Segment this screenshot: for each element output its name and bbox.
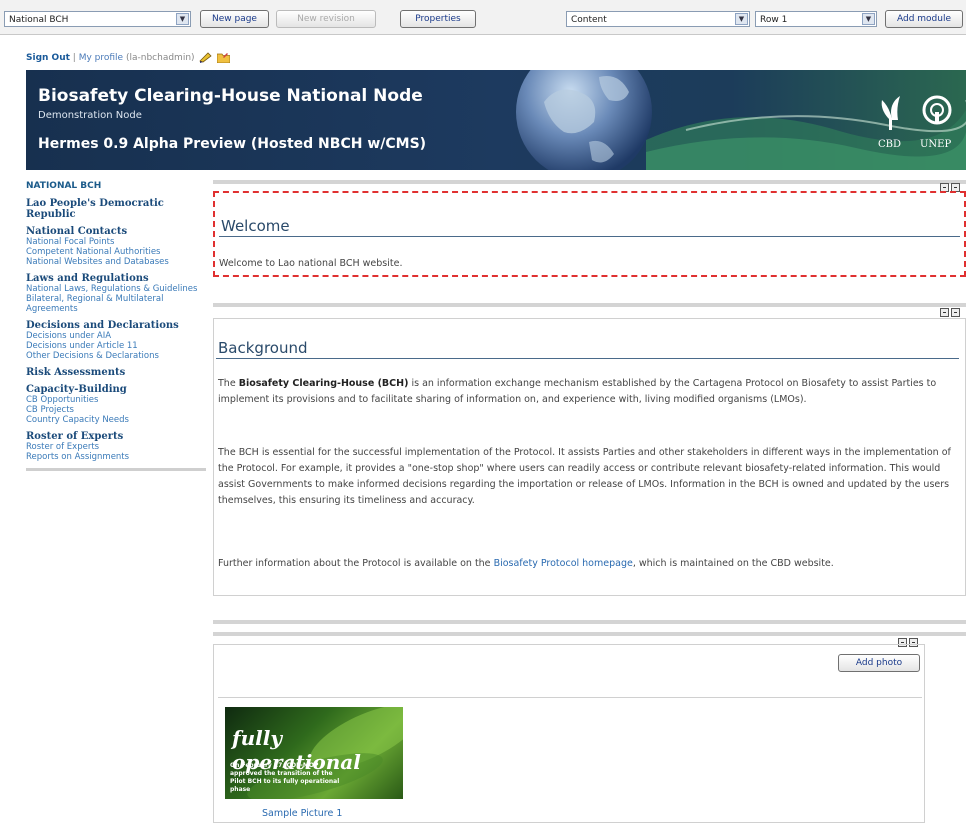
row-select-value: Row 1 xyxy=(760,15,788,25)
p3-prefix: Further information about the Protocol i… xyxy=(218,558,494,569)
banner-title: Biosafety Clearing-House National Node xyxy=(38,86,423,106)
sidebar-link[interactable]: Reports on Assignments xyxy=(26,452,208,462)
content-select[interactable]: Content ▼ xyxy=(566,11,750,27)
sidebar-link[interactable]: National Focal Points xyxy=(26,237,208,247)
partner-logos: CBD UNEP xyxy=(868,90,960,150)
gallery-divider xyxy=(218,697,922,698)
sidebar-section: Lao People's Democratic Republic xyxy=(26,198,208,220)
sign-out-link[interactable]: Sign Out xyxy=(26,53,70,63)
sidebar-section: Decisions and Declarations Decisions unde… xyxy=(26,320,208,361)
module-top-bar xyxy=(213,620,966,624)
username-label: (la-nbchadmin) xyxy=(125,53,195,63)
welcome-heading: Welcome xyxy=(221,217,290,235)
add-photo-button[interactable]: Add photo xyxy=(838,654,920,672)
p1-prefix: The xyxy=(218,378,239,389)
content-select-value: Content xyxy=(571,15,607,25)
welcome-text: Welcome to Lao national BCH website. xyxy=(219,258,403,269)
new-revision-button[interactable]: New revision xyxy=(276,10,376,28)
sidebar-section: National Contacts National Focal Points Co… xyxy=(26,226,208,267)
sidebar-section-title[interactable]: National Contacts xyxy=(26,226,208,237)
sidebar-link[interactable]: CB Opportunities xyxy=(26,395,208,405)
background-paragraph-3: Further information about the Protocol i… xyxy=(218,556,954,572)
banner-subtitle: Demonstration Node xyxy=(38,110,142,121)
sidebar-link[interactable]: CB Projects xyxy=(26,405,208,415)
sidebar-link[interactable]: National Websites and Databases xyxy=(26,257,208,267)
cbd-label: CBD xyxy=(878,139,902,150)
close-icon[interactable] xyxy=(951,308,960,317)
cbd-unep-emblem-icon xyxy=(881,95,952,130)
sidebar-section-title[interactable]: Decisions and Declarations xyxy=(26,320,208,331)
sidebar-link[interactable]: Competent National Authorities xyxy=(26,247,208,257)
site-select-value: National BCH xyxy=(9,15,69,25)
module-top-bar xyxy=(213,632,966,636)
add-module-button[interactable]: Add module xyxy=(885,10,963,28)
sidebar-section-title[interactable]: Laws and Regulations xyxy=(26,273,208,284)
welcome-module[interactable]: Welcome Welcome to Lao national BCH webs… xyxy=(213,191,966,277)
cms-toolbar: National BCH ▼ New page New revision Pro… xyxy=(0,0,966,35)
site-select[interactable]: National BCH ▼ xyxy=(4,11,191,27)
heading-rule xyxy=(216,358,959,359)
sidebar-nav: NATIONAL BCH Lao People's Democratic Rep… xyxy=(26,181,208,471)
photo-caption-link[interactable]: Sample Picture 1 xyxy=(262,808,342,819)
sidebar-link[interactable]: Decisions under Article 11 xyxy=(26,341,208,351)
globe-image xyxy=(516,70,652,170)
module-controls xyxy=(938,307,960,317)
background-paragraph-1: The Biosafety Clearing-House (BCH) is an… xyxy=(218,376,954,408)
sidebar-section: Roster of Experts Roster of Experts Report… xyxy=(26,431,208,462)
sidebar-divider xyxy=(26,468,206,471)
bch-bold-term: Biosafety Clearing-House (BCH) xyxy=(238,378,409,389)
folder-icon[interactable] xyxy=(216,52,231,64)
heading-rule xyxy=(219,236,960,237)
sidebar-section-title[interactable]: Risk Assessments xyxy=(26,367,208,378)
new-page-button[interactable]: New page xyxy=(200,10,269,28)
chevron-down-icon: ▼ xyxy=(862,13,875,25)
unep-label: UNEP xyxy=(920,139,952,150)
sidebar-section: Laws and Regulations National Laws, Regul… xyxy=(26,273,208,314)
row-select[interactable]: Row 1 ▼ xyxy=(755,11,877,27)
background-heading: Background xyxy=(218,339,308,357)
p3-rest: , which is maintained on the CBD website… xyxy=(632,558,834,569)
sidebar-section-title[interactable]: Lao People's Democratic Republic xyxy=(26,198,208,220)
sidebar-section: Risk Assessments xyxy=(26,367,208,378)
banner-version: Hermes 0.9 Alpha Preview (Hosted NBCH w/… xyxy=(38,136,427,152)
sidebar-link[interactable]: Decisions under AIA xyxy=(26,331,208,341)
sidebar-heading[interactable]: NATIONAL BCH xyxy=(26,181,208,191)
minimize-icon[interactable] xyxy=(940,308,949,317)
photo-subtext: On February 27, COP-MOP approved the tra… xyxy=(230,762,340,793)
sample-photo[interactable]: fully operational On February 27, COP-MO… xyxy=(225,707,403,799)
sidebar-section: Capacity-Building CB Opportunities CB Proj… xyxy=(26,384,208,425)
biosafety-protocol-link[interactable]: Biosafety Protocol homepage xyxy=(494,558,633,569)
module-top-bar xyxy=(213,180,966,184)
sidebar-link[interactable]: National Laws, Regulations & Guidelines xyxy=(26,284,208,294)
sidebar-link[interactable]: Other Decisions & Declarations xyxy=(26,351,208,361)
background-paragraph-2: The BCH is essential for the successful … xyxy=(218,447,951,506)
chevron-down-icon: ▼ xyxy=(176,13,189,25)
sidebar-link[interactable]: Bilateral, Regional & Multilateral Agree… xyxy=(26,294,208,314)
chevron-down-icon: ▼ xyxy=(735,13,748,25)
site-banner: Biosafety Clearing-House National Node D… xyxy=(26,70,966,170)
sidebar-link[interactable]: Roster of Experts xyxy=(26,442,208,452)
my-profile-link[interactable]: My profile xyxy=(79,53,123,63)
user-nav: Sign Out | My profile (la-nbchadmin) xyxy=(26,52,231,64)
nav-separator: | xyxy=(72,53,76,63)
sidebar-link[interactable]: Country Capacity Needs xyxy=(26,415,208,425)
sidebar-section-title[interactable]: Roster of Experts xyxy=(26,431,208,442)
background-module: Background The Biosafety Clearing-House … xyxy=(213,318,966,596)
module-top-bar xyxy=(213,303,966,307)
properties-button[interactable]: Properties xyxy=(400,10,476,28)
sidebar-section-title[interactable]: Capacity-Building xyxy=(26,384,208,395)
edit-icon[interactable] xyxy=(199,52,213,63)
